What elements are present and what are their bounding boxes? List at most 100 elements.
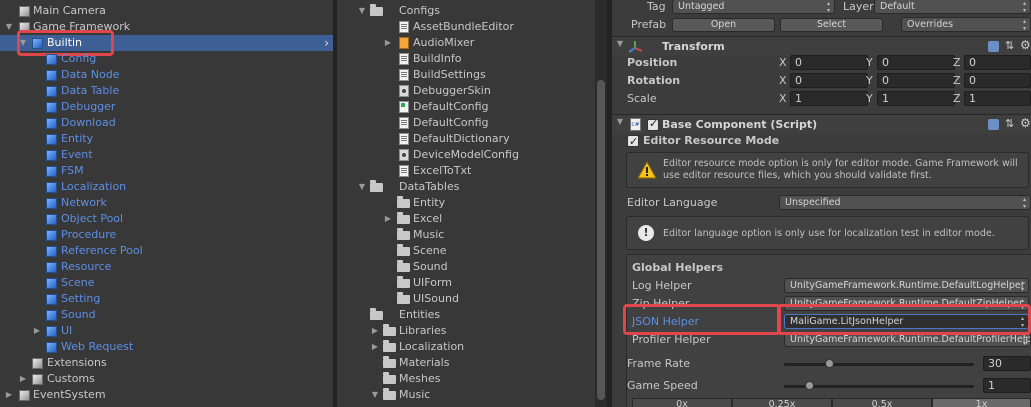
speed-button-0x[interactable]: 0x	[632, 398, 732, 407]
editor-language-dropdown[interactable]: Unspecified	[779, 195, 1031, 210]
hierarchy-item[interactable]: Object Pool	[0, 211, 333, 227]
project-item[interactable]: DefaultConfig	[337, 99, 595, 115]
game-speed-field[interactable]: 1	[983, 378, 1031, 393]
transform-header[interactable]: ▼ Transform ⇅ ⚙	[612, 36, 1031, 56]
speed-button-0.25x[interactable]: 0.25x	[732, 398, 832, 407]
frame-rate-slider[interactable]	[784, 363, 974, 366]
collapse-arrow-icon[interactable]: ▶	[370, 323, 380, 339]
rotation-z-field[interactable]: 0	[964, 73, 1031, 88]
gear-icon[interactable]: ⚙	[1020, 38, 1031, 52]
help-icon[interactable]	[988, 41, 999, 52]
speed-button-1x[interactable]: 1x	[932, 398, 1031, 407]
scale-z-field[interactable]: 1	[964, 91, 1031, 106]
project-item[interactable]: Entities	[337, 307, 595, 323]
project-item[interactable]: ▼ Music	[337, 387, 595, 403]
hierarchy-item[interactable]: Entity	[0, 131, 333, 147]
collapse-arrow-icon[interactable]: ▶	[370, 339, 380, 355]
project-item[interactable]: AssetBundleEditor	[337, 19, 595, 35]
project-item[interactable]: ▶ Excel	[337, 211, 595, 227]
project-item[interactable]: ▶ Localization	[337, 339, 595, 355]
expand-arrow-icon[interactable]: ▼	[4, 19, 14, 35]
project-item[interactable]: DebuggerSkin	[337, 83, 595, 99]
scale-x-field[interactable]: 1	[790, 91, 868, 106]
collapse-arrow-icon[interactable]: ▶	[18, 371, 28, 387]
hierarchy-item[interactable]: Download	[0, 115, 333, 131]
hierarchy-item[interactable]: Procedure	[0, 227, 333, 243]
project-item[interactable]: DefaultConfig	[337, 115, 595, 131]
collapse-arrow-icon[interactable]: ▶	[383, 211, 393, 227]
hierarchy-item[interactable]: Data Table	[0, 83, 333, 99]
collapse-arrow-icon[interactable]: ▶	[4, 387, 14, 403]
project-item[interactable]: ▶ AudioMixer	[337, 35, 595, 51]
position-z-field[interactable]: 0	[964, 55, 1031, 70]
hierarchy-item[interactable]: Extensions	[0, 355, 333, 371]
hierarchy-item[interactable]: Config	[0, 51, 333, 67]
rotation-y-field[interactable]: 0	[877, 73, 955, 88]
hierarchy-item[interactable]: Reference Pool	[0, 243, 333, 259]
project-item[interactable]: Meshes	[337, 371, 595, 387]
project-item[interactable]: Sound	[337, 259, 595, 275]
help-icon[interactable]	[988, 119, 999, 130]
hierarchy-item[interactable]: Scene	[0, 275, 333, 291]
project-item[interactable]: Music	[337, 227, 595, 243]
expand-arrow-icon[interactable]: ▼	[357, 3, 367, 19]
hierarchy-item[interactable]: ▶ UI	[0, 323, 333, 339]
project-item[interactable]: DefaultDictionary	[337, 131, 595, 147]
hierarchy-item[interactable]: ▶ Customs	[0, 371, 333, 387]
project-item[interactable]: ▶ Libraries	[337, 323, 595, 339]
project-scrollbar[interactable]	[595, 0, 607, 407]
settings-icon[interactable]: ⇅	[1005, 39, 1014, 52]
position-y-field[interactable]: 0	[877, 55, 955, 70]
frame-rate-field[interactable]: 30	[983, 356, 1031, 371]
project-item[interactable]: BuildSettings	[337, 67, 595, 83]
log-helper-dropdown[interactable]: UnityGameFramework.Runtime.DefaultLogHel…	[784, 278, 1029, 293]
prefab-select-button[interactable]: Select	[780, 18, 883, 32]
project-item[interactable]: DeviceModelConfig	[337, 147, 595, 163]
hierarchy-item[interactable]: Resource	[0, 259, 333, 275]
hierarchy-item[interactable]: Web Request	[0, 339, 333, 355]
rotation-x-field[interactable]: 0	[790, 73, 868, 88]
component-enabled-checkbox[interactable]	[647, 117, 659, 131]
collapse-arrow-icon[interactable]: ▶	[383, 35, 393, 51]
hierarchy-item[interactable]: Sound	[0, 307, 333, 323]
hierarchy-item-main-camera[interactable]: Main Camera	[0, 3, 333, 19]
expand-arrow-icon[interactable]: ▼	[357, 179, 367, 195]
hierarchy-item[interactable]: Setting	[0, 291, 333, 307]
audio-mixer-icon	[399, 37, 409, 49]
tag-dropdown[interactable]: Untagged	[672, 0, 835, 14]
project-item[interactable]: UISound	[337, 291, 595, 307]
project-item[interactable]: ExcelToTxt	[337, 163, 595, 179]
hierarchy-item[interactable]: FSM	[0, 163, 333, 179]
game-speed-slider-thumb[interactable]	[805, 381, 814, 390]
collapse-arrow-icon[interactable]: ▶	[32, 323, 42, 339]
editor-resource-mode-checkbox[interactable]	[627, 133, 639, 151]
chevron-right-icon[interactable]: ›	[324, 35, 329, 51]
scale-y-field[interactable]: 1	[877, 91, 955, 106]
base-component-header[interactable]: ▼ c# Base Component (Script) ⇅ ⚙	[612, 114, 1031, 134]
hierarchy-item[interactable]: Network	[0, 195, 333, 211]
project-item[interactable]: ▼ Configs	[337, 3, 595, 19]
project-item[interactable]: Scene	[337, 243, 595, 259]
hierarchy-item[interactable]: Data Node	[0, 67, 333, 83]
hierarchy-item[interactable]: ▶ EventSystem	[0, 387, 333, 403]
expand-arrow-icon[interactable]: ▼	[370, 387, 380, 403]
frame-rate-slider-thumb[interactable]	[825, 359, 834, 368]
prefab-overrides-dropdown[interactable]: Overrides	[901, 17, 1031, 32]
prefab-open-button[interactable]: Open	[672, 18, 775, 32]
hierarchy-item[interactable]: Localization	[0, 179, 333, 195]
settings-icon[interactable]: ⇅	[1005, 117, 1014, 130]
expand-arrow-icon[interactable]: ▼	[615, 39, 625, 55]
project-item[interactable]: BuildInfo	[337, 51, 595, 67]
gear-icon[interactable]: ⚙	[1020, 116, 1031, 130]
project-item[interactable]: ▼ DataTables	[337, 179, 595, 195]
layer-dropdown[interactable]: Default	[874, 0, 1031, 14]
speed-button-0.5x[interactable]: 0.5x	[832, 398, 932, 407]
position-x-field[interactable]: 0	[790, 55, 868, 70]
hierarchy-item[interactable]: Event	[0, 147, 333, 163]
expand-arrow-icon[interactable]: ▼	[615, 117, 625, 133]
project-item[interactable]: Materials	[337, 355, 595, 371]
project-item[interactable]: UIForm	[337, 275, 595, 291]
scrollbar-thumb[interactable]	[597, 80, 605, 400]
project-item[interactable]: Entity	[337, 195, 595, 211]
hierarchy-item[interactable]: Debugger	[0, 99, 333, 115]
